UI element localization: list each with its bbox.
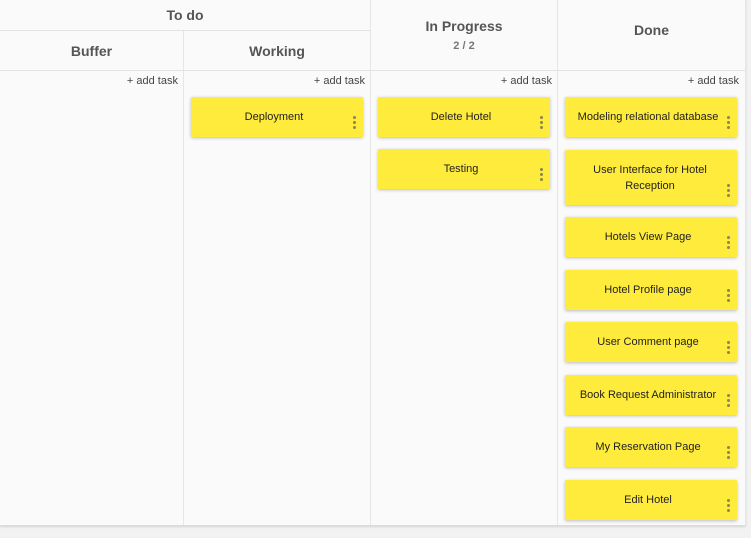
kebab-menu-icon[interactable] — [726, 394, 730, 407]
column-title: Working — [249, 42, 305, 59]
column-divider — [183, 31, 184, 525]
column-title: Buffer — [70, 42, 113, 59]
task-card-title: Delete Hotel — [430, 111, 492, 123]
kebab-menu-icon[interactable] — [539, 116, 543, 129]
header-divider — [0, 70, 745, 71]
task-card[interactable]: Deployment — [191, 97, 363, 137]
task-card[interactable]: User Comment page — [565, 322, 737, 362]
kebab-menu-icon[interactable] — [726, 289, 730, 302]
kebab-menu-icon[interactable] — [726, 116, 730, 129]
task-card[interactable]: Edit Hotel — [565, 480, 737, 520]
column-header-working: Working — [184, 31, 370, 70]
task-card[interactable]: Delete Hotel — [378, 97, 550, 137]
task-card-title: Modeling relational database — [577, 111, 719, 123]
task-card[interactable]: Book Request Administrator — [565, 375, 737, 415]
column-title: In Progress — [425, 18, 503, 34]
kebab-menu-icon[interactable] — [726, 236, 730, 249]
add-task-button-buffer[interactable]: + add task — [127, 75, 178, 87]
column-divider — [370, 0, 371, 525]
task-card-title: Deployment — [244, 111, 304, 123]
add-task-button-done[interactable]: + add task — [688, 75, 739, 87]
task-card-title: User Comment page — [597, 336, 699, 348]
kebab-menu-icon[interactable] — [352, 116, 356, 129]
task-card[interactable]: My Reservation Page — [565, 427, 737, 467]
kebab-menu-icon[interactable] — [726, 499, 730, 512]
kanban-board: To do Buffer Working In Progress 2 / 2 D… — [0, 0, 746, 526]
group-title-todo: To do — [0, 0, 370, 31]
task-card-title: Book Request Administrator — [579, 389, 717, 401]
task-card[interactable]: Testing — [378, 149, 550, 189]
wip-limit-counter: 2 / 2 — [453, 40, 475, 52]
kebab-menu-icon[interactable] — [726, 341, 730, 354]
add-task-button-working[interactable]: + add task — [314, 75, 365, 87]
kebab-menu-icon[interactable] — [726, 184, 730, 197]
task-card[interactable]: Modeling relational database — [565, 97, 737, 137]
task-card-title: Hotel Profile page — [604, 284, 692, 296]
task-card-title: User Interface for Hotel Reception — [593, 163, 707, 192]
task-card-title: Edit Hotel — [624, 494, 672, 506]
task-card[interactable]: Hotel Profile page — [565, 270, 737, 310]
column-header-buffer: Buffer — [0, 31, 183, 70]
kebab-menu-icon[interactable] — [539, 168, 543, 181]
column-title: Done — [634, 22, 669, 38]
column-header-in-progress: In Progress 2 / 2 — [371, 0, 557, 70]
task-card[interactable]: Hotels View Page — [565, 217, 737, 257]
kebab-menu-icon[interactable] — [726, 446, 730, 459]
task-card-title: Hotels View Page — [604, 231, 692, 243]
task-card-title: My Reservation Page — [595, 441, 701, 453]
task-card-title: Testing — [443, 163, 479, 175]
add-task-button-in-progress[interactable]: + add task — [501, 75, 552, 87]
task-card[interactable]: User Interface for Hotel Reception — [565, 150, 737, 205]
column-header-done: Done — [558, 0, 745, 60]
column-divider — [557, 0, 558, 525]
